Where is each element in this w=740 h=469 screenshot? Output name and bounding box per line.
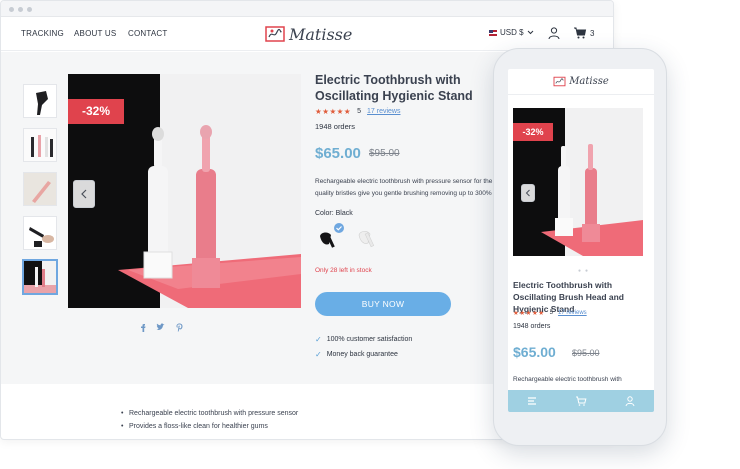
mobile-screen: Matisse -32% ●● Electric Toothbrush with… bbox=[508, 69, 654, 411]
description-line: quality bristles give you gentle brushin… bbox=[315, 190, 492, 197]
site-logo[interactable]: Matisse bbox=[265, 23, 352, 45]
facebook-icon[interactable] bbox=[140, 323, 146, 332]
mobile-prev-image-button[interactable] bbox=[521, 184, 535, 202]
nav-tracking[interactable]: TRACKING bbox=[21, 29, 64, 38]
guarantee-text: Money back guarantee bbox=[326, 351, 398, 358]
menu-icon[interactable] bbox=[526, 395, 538, 407]
window-dot bbox=[27, 7, 32, 12]
currency-label: USD $ bbox=[500, 28, 524, 37]
currency-selector[interactable]: USD $ bbox=[489, 28, 534, 37]
mobile-product-description: Rechargeable electric toothbrush with bbox=[513, 376, 622, 383]
product-thumbnail[interactable] bbox=[23, 84, 57, 118]
product-thumbnail[interactable] bbox=[23, 128, 57, 162]
twitter-icon[interactable] bbox=[156, 323, 165, 331]
mobile-phone-frame: Matisse -32% ●● Electric Toothbrush with… bbox=[493, 48, 667, 446]
chevron-left-icon bbox=[525, 189, 530, 197]
product-thumbnail[interactable] bbox=[23, 172, 57, 206]
guarantee-money-back: ✓ Money back guarantee bbox=[315, 350, 398, 359]
window-dot bbox=[9, 7, 14, 12]
stock-notice: Only 28 left in stock bbox=[315, 267, 372, 274]
pinterest-icon[interactable] bbox=[176, 323, 183, 332]
nav-about-us[interactable]: ABOUT US bbox=[74, 29, 116, 38]
white-brush-head-image bbox=[358, 231, 375, 248]
black-brush-head-image bbox=[320, 223, 344, 248]
product-title: Electric Toothbrush with Oscillating Hyg… bbox=[315, 73, 473, 103]
rating-stars: ★★★★★ bbox=[513, 310, 545, 317]
user-icon[interactable] bbox=[624, 395, 636, 407]
logo-text: Matisse bbox=[289, 24, 353, 44]
prev-image-button[interactable] bbox=[73, 180, 95, 208]
order-count: 1948 orders bbox=[315, 122, 356, 131]
thumbnail-image bbox=[24, 217, 56, 249]
mobile-order-count: 1948 orders bbox=[513, 323, 551, 330]
check-icon: ✓ bbox=[315, 335, 322, 344]
thumbnail-image bbox=[24, 261, 56, 293]
color-swatch-white[interactable] bbox=[353, 222, 383, 252]
thumbnail-image bbox=[24, 129, 56, 161]
color-swatch-black[interactable] bbox=[315, 222, 345, 252]
chevron-left-icon bbox=[81, 189, 87, 199]
mobile-product-image: -32% bbox=[513, 108, 643, 256]
product-price: $65.00 bbox=[315, 145, 361, 162]
product-rating: ★★★★★ 5 17 reviews bbox=[315, 107, 401, 116]
discount-badge: -32% bbox=[68, 99, 124, 124]
logo-mark-icon bbox=[265, 26, 285, 42]
reviews-link[interactable]: 17 reviews bbox=[367, 108, 400, 115]
cart-icon[interactable] bbox=[573, 26, 587, 40]
guarantee-text: 100% customer satisfaction bbox=[326, 336, 413, 343]
product-description: Rechargeable electric toothbrush with pr… bbox=[315, 176, 505, 200]
product-thumbnail[interactable] bbox=[23, 216, 57, 250]
cart-icon[interactable] bbox=[575, 395, 587, 407]
check-icon: ✓ bbox=[315, 350, 322, 359]
chevron-down-icon bbox=[527, 30, 533, 35]
feature-list: Rechargeable electric toothbrush with pr… bbox=[121, 407, 298, 433]
rating-stars: ★★★★★ bbox=[315, 107, 352, 116]
mobile-header: Matisse bbox=[508, 69, 654, 95]
product-thumbnail-active[interactable] bbox=[23, 260, 57, 294]
reviews-link[interactable]: 17 reviews bbox=[558, 310, 587, 316]
feature-item: Rechargeable electric toothbrush with pr… bbox=[121, 407, 298, 420]
rating-value: 5 bbox=[357, 108, 362, 115]
mobile-old-price: $95.00 bbox=[572, 348, 600, 358]
color-label: Color: Black bbox=[315, 210, 353, 217]
site-header: TRACKING ABOUT US CONTACT Matisse USD $ … bbox=[1, 17, 613, 51]
rating-value: 5 bbox=[549, 310, 553, 316]
feature-item: Provides a floss-like clean for healthie… bbox=[121, 420, 298, 433]
description-line: Rechargeable electric toothbrush with pr… bbox=[315, 178, 493, 185]
mobile-bottom-nav bbox=[508, 390, 654, 412]
carousel-dots[interactable]: ●● bbox=[578, 268, 592, 274]
logo-mark-icon bbox=[553, 76, 566, 87]
browser-chrome bbox=[1, 1, 613, 17]
buy-now-button[interactable]: BUY NOW bbox=[315, 292, 451, 316]
mobile-logo-text[interactable]: Matisse bbox=[569, 76, 609, 87]
mobile-product-price: $65.00 bbox=[513, 344, 556, 360]
guarantee-satisfaction: ✓ 100% customer satisfaction bbox=[315, 335, 412, 344]
user-icon[interactable] bbox=[547, 26, 561, 40]
product-main-image: -32% bbox=[68, 74, 301, 308]
nav-contact[interactable]: CONTACT bbox=[128, 29, 167, 38]
mobile-discount-badge: -32% bbox=[513, 123, 553, 141]
product-old-price: $95.00 bbox=[369, 148, 400, 159]
thumbnail-image bbox=[24, 173, 56, 205]
window-dot bbox=[18, 7, 23, 12]
thumbnail-image bbox=[24, 85, 56, 117]
us-flag-icon bbox=[489, 29, 497, 36]
mobile-product-rating: ★★★★★ 5 17 reviews bbox=[513, 309, 587, 317]
cart-count: 3 bbox=[590, 29, 595, 38]
